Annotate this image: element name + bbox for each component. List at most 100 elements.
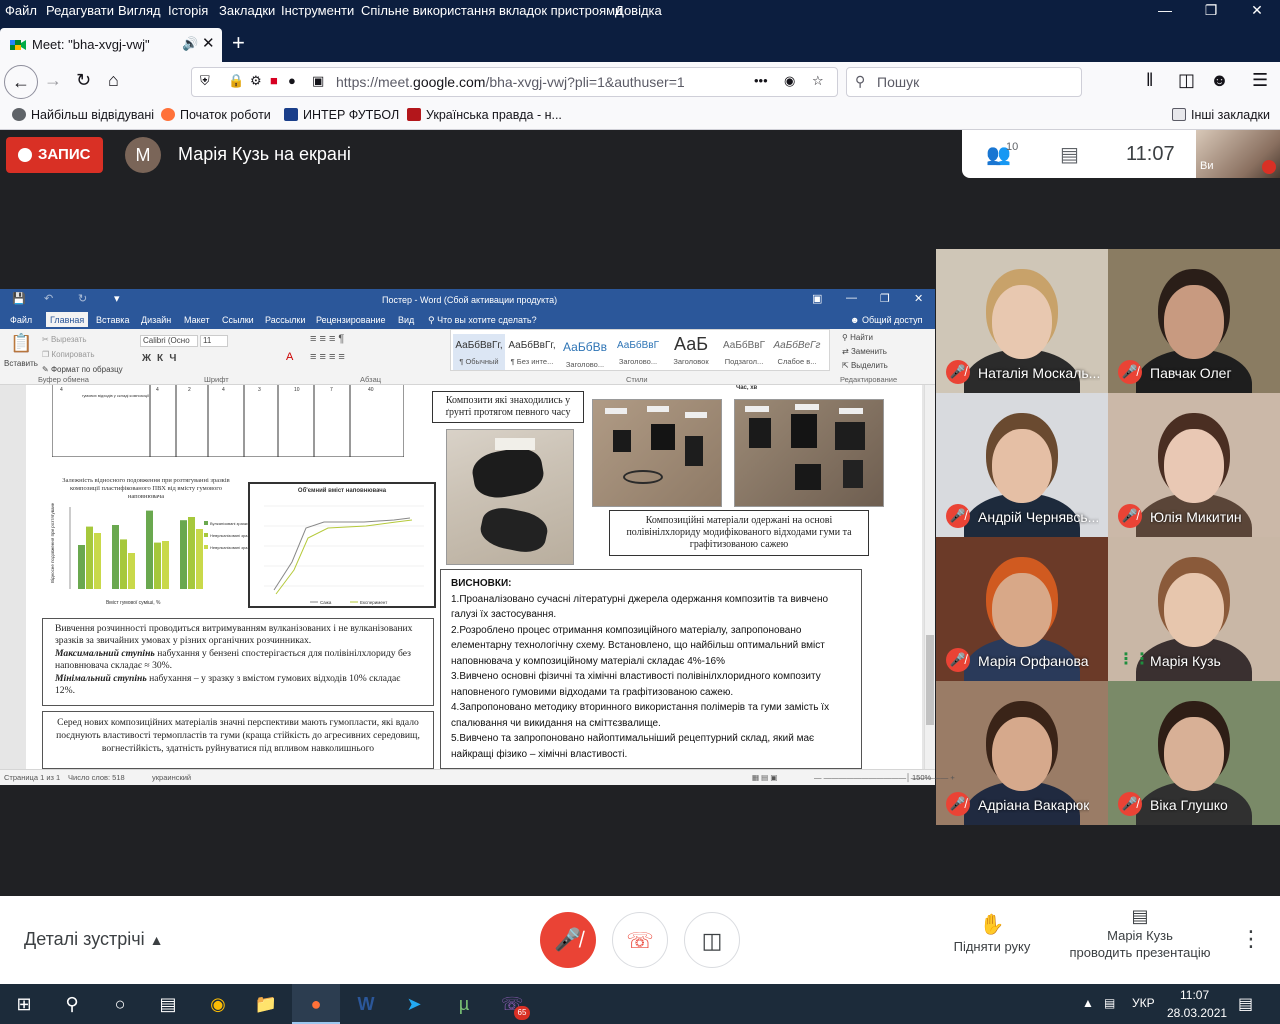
notifications-icon[interactable]: ▤ <box>1238 994 1253 1014</box>
menu-history[interactable]: Історія <box>168 3 208 18</box>
viber-icon[interactable]: ☏ 65 <box>488 984 536 1024</box>
permissions-icon[interactable]: ⚙ <box>250 73 262 89</box>
speaking-icon: ⋮⋮ <box>1118 651 1150 668</box>
url-bar[interactable]: ⛨ 🔒 ⚙ ■ ● ▣ https://meet.google.com/bha-… <box>191 67 838 97</box>
bookmark-star-icon[interactable]: ☆ <box>812 73 824 89</box>
participant-name: Марія Орфанова <box>978 653 1089 669</box>
participant-tile[interactable]: 🎤̸ Павчак Олег <box>1108 249 1280 393</box>
home-icon[interactable]: ⌂ <box>108 70 119 91</box>
network-icon[interactable]: ▤ <box>1104 996 1115 1010</box>
leave-call-button[interactable]: ☏ <box>612 912 668 968</box>
speaker-icon[interactable]: 🔊 <box>182 36 198 52</box>
chart1-legend-label: Невулканізовані зразки 2 <box>210 545 250 550</box>
camera-button[interactable]: ◫ <box>684 912 740 968</box>
participant-name: Юлія Микитин <box>1150 509 1242 525</box>
bookmark-getting-started[interactable]: Початок роботи <box>161 108 271 122</box>
perspectives-text-box: Серед нових композиційних матеріалів зна… <box>42 711 434 769</box>
hand-icon: ✋ <box>979 914 1005 936</box>
screen-sharing-icon[interactable]: ▣ <box>312 73 324 89</box>
replace-button: ⇄ Заменить <box>842 347 887 356</box>
mic-off-icon: 🎤̸ <box>1118 360 1142 384</box>
menu-tools[interactable]: Інструменти <box>281 3 354 18</box>
hamburger-menu-icon[interactable]: ☰ <box>1252 70 1268 91</box>
restore-icon[interactable]: ❐ <box>1188 2 1234 19</box>
taskbar-date: 28.03.2021 <box>1167 1006 1228 1020</box>
participant-tile[interactable]: 🎤̸ Марія Орфанова <box>936 537 1108 681</box>
bookmark-other[interactable]: Інші закладки <box>1172 108 1270 122</box>
participant-tile[interactable]: 🎤̸ Віка Глушко <box>1108 681 1280 825</box>
bookmarks-toolbar: Найбільш відвідувані Початок роботи ИНТЕ… <box>0 102 1280 130</box>
undo-icon: ↶ <box>44 293 54 305</box>
more-options-icon[interactable]: ⋮ <box>1240 926 1262 952</box>
word-icon[interactable]: W <box>342 984 390 1024</box>
pocket-icon[interactable]: ◉ <box>784 73 795 89</box>
up-logo-icon <box>407 108 421 121</box>
sidebar-icon[interactable]: ◫ <box>1178 70 1195 91</box>
lock-icon[interactable]: 🔒 <box>228 73 244 89</box>
windows-start-icon[interactable]: ⊞ <box>0 984 48 1024</box>
vscode-icon[interactable]: ➤ <box>390 984 438 1024</box>
forward-icon[interactable]: → <box>44 70 62 91</box>
browser-menubar: Файл Редагувати Вигляд Історія Закладки … <box>0 0 1280 22</box>
participant-tile[interactable]: 🎤̸ Наталія Москаль... <box>936 249 1108 393</box>
participant-tile[interactable]: 🎤̸ Адріана Вакарюк <box>936 681 1108 825</box>
account-icon[interactable]: ☻ <box>1210 70 1229 91</box>
chrome-icon[interactable]: ◉ <box>194 984 242 1024</box>
chart2-legend-label: Сажа <box>320 600 332 605</box>
back-icon[interactable]: ← <box>4 65 38 99</box>
task-view-icon[interactable]: ▤ <box>144 984 192 1024</box>
chart1-bar <box>154 542 161 589</box>
menu-tab-sharing[interactable]: Спільне використання вкладок пристроями <box>361 3 622 18</box>
search-icon[interactable]: ⚲ <box>48 984 96 1024</box>
tab-close-icon[interactable]: ✕ <box>202 34 215 52</box>
participant-name: Віка Глушко <box>1150 797 1228 813</box>
participant-tile[interactable]: 🎤̸ Андрій Чернявсь... <box>936 393 1108 537</box>
meeting-details-button[interactable]: Деталі зустрічі ▲ <box>24 929 164 950</box>
customize-icon: ▾ <box>114 293 120 305</box>
camera-sharing-icon[interactable]: ■ <box>270 73 278 88</box>
tray-expand-icon[interactable]: ▲ <box>1082 996 1094 1010</box>
share-button: ☻ Общий доступ <box>850 315 923 325</box>
new-tab-icon[interactable]: + <box>232 30 245 56</box>
minimize-icon[interactable]: — <box>1142 2 1188 18</box>
close-icon[interactable]: ✕ <box>1234 2 1280 19</box>
word-minimize-icon: — <box>846 292 857 304</box>
menu-bookmarks[interactable]: Закладки <box>219 3 275 18</box>
menu-file[interactable]: Файл <box>5 3 37 18</box>
page-actions-icon[interactable]: ••• <box>754 73 768 88</box>
library-icon[interactable]: ‖ <box>1146 70 1153 91</box>
meet-bottom-bar: Деталі зустрічі ▲ 🎤̸ ☏ ◫ ✋ Підняти руку … <box>0 896 1280 984</box>
raise-hand-button[interactable]: ✋ Підняти руку <box>940 912 1044 954</box>
menu-edit[interactable]: Редагувати <box>46 3 114 18</box>
shield-icon[interactable]: ⛨ <box>200 73 210 89</box>
chart1-bar <box>128 553 135 589</box>
mic-off-icon: 🎤̸ <box>1118 504 1142 528</box>
reload-icon[interactable]: ↻ <box>76 70 91 91</box>
utorrent-icon[interactable]: µ <box>440 984 488 1024</box>
file-explorer-icon[interactable]: 📁 <box>242 984 290 1024</box>
participant-tile[interactable]: 🎤̸ Юлія Микитин <box>1108 393 1280 537</box>
bar-chart: Відносне подовження при розтягуванні (ε)… <box>50 503 250 606</box>
search-input[interactable]: ⚲ Пошук <box>846 67 1082 97</box>
participant-tile[interactable]: ⋮⋮ Марія Кузь <box>1108 537 1280 681</box>
mic-sharing-icon[interactable]: ● <box>288 73 296 88</box>
language-indicator[interactable]: УКР <box>1132 996 1155 1010</box>
participant-face <box>1164 717 1224 791</box>
bookmark-inter-football[interactable]: ИНТЕР ФУТБОЛ <box>284 108 399 122</box>
mic-off-button[interactable]: 🎤̸ <box>540 912 596 968</box>
chart1-bar <box>196 529 203 589</box>
firefox-icon[interactable]: ● <box>292 984 340 1024</box>
presentation-status-button[interactable]: ▤ Марія Кузь проводить презентацію <box>1060 907 1220 961</box>
browser-tab-meet[interactable]: Meet: "bha-xvgj-vwj" 🔊 ✕ <box>0 28 222 62</box>
bookmark-ukr-pravda[interactable]: Українська правда - н... <box>407 108 562 122</box>
self-view[interactable]: Ви <box>1196 130 1280 178</box>
bookmark-most-visited[interactable]: Найбільш відвідувані <box>12 108 154 122</box>
word-restore-icon: ❐ <box>880 293 890 305</box>
menu-help[interactable]: Довідка <box>615 3 662 18</box>
font-size-box: 11 <box>200 335 228 347</box>
word-tab: Дизайн <box>141 315 172 325</box>
chat-icon[interactable]: ▤ <box>1060 142 1079 167</box>
cortana-icon[interactable]: ○ <box>96 984 144 1024</box>
caption-time: Час, хв <box>736 385 758 391</box>
menu-view[interactable]: Вигляд <box>118 3 161 18</box>
